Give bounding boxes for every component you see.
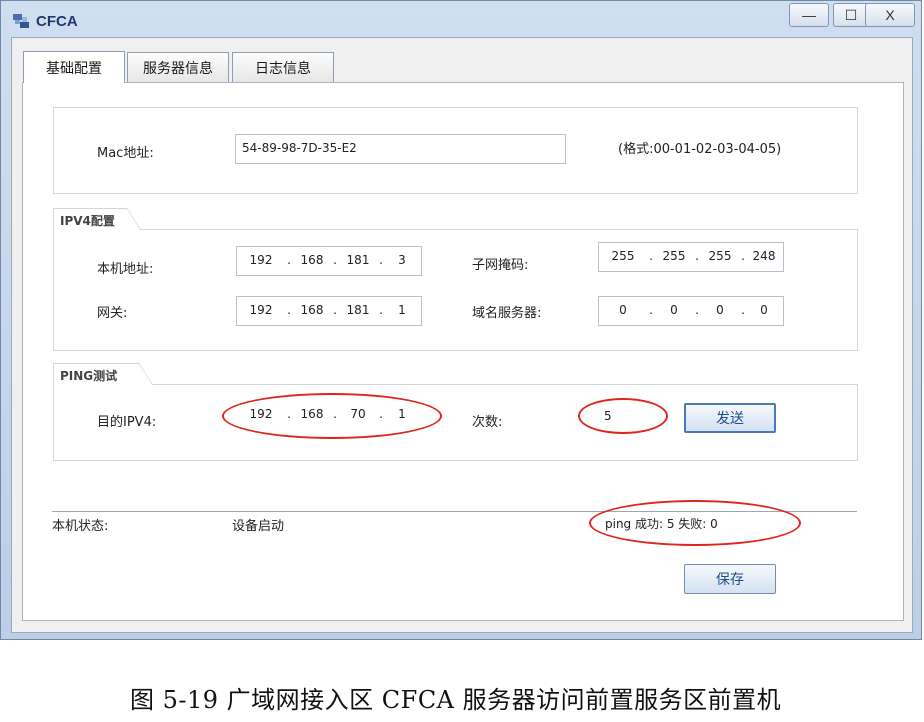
local-address-input[interactable]: 192. 168. 181. 3 [236,246,422,276]
highlight-dest-ip [222,393,442,439]
ping-legend: PING测试 [53,363,153,385]
local-address-label: 本机地址: [97,262,154,277]
mac-input[interactable]: 54-89-98-7D-35-E2 [235,134,566,164]
tab-label: 基础配置 [46,60,102,77]
save-button[interactable]: 保存 [684,564,776,594]
octet: 0 [619,303,627,317]
dest-ipv4-label: 目的IPV4: [97,415,157,430]
mac-format-hint: (格式:00-01-02-03-04-05) [618,142,782,157]
local-status-label: 本机状态: [52,519,109,534]
tab-label: 服务器信息 [143,60,213,77]
ipv4-legend: IPV4配置 [53,208,141,230]
figure-caption: 图 5-19 广域网接入区 CFCA 服务器访问前置服务区前置机 [130,686,782,714]
minimize-icon: — [802,7,816,23]
octet: 255 [662,249,686,263]
gateway-label: 网关: [97,306,128,321]
dns-server-input[interactable]: 0. 0. 0. 0 [598,296,784,326]
dns-server-label: 域名服务器: [472,306,542,321]
octet: 168 [300,253,324,267]
octet: 0 [760,303,768,317]
ping-count-label: 次数: [472,415,503,430]
send-button[interactable]: 发送 [684,403,776,433]
highlight-ping-result [589,500,801,546]
tab-server-info[interactable]: 服务器信息 [127,52,229,82]
tab-label: 日志信息 [255,60,311,77]
mac-label: Mac地址: [97,146,154,161]
window-title: CFCA [36,13,78,30]
octet: 192 [249,253,273,267]
octet: 181 [346,303,370,317]
octet: 181 [346,253,370,267]
octet: 0 [670,303,678,317]
octet: 0 [716,303,724,317]
maximize-button[interactable]: ☐ [833,3,869,27]
octet: 248 [752,249,776,263]
title-bar[interactable]: CFCA — ☐ X [1,1,921,37]
app-icon [13,14,29,28]
subnet-mask-input[interactable]: 255. 255. 255. 248 [598,242,784,272]
maximize-icon: ☐ [844,6,858,23]
tab-basic-config[interactable]: 基础配置 [23,51,125,83]
octet: 3 [398,253,406,267]
octet: 255 [708,249,732,263]
octet: 168 [300,303,324,317]
tab-log-info[interactable]: 日志信息 [232,52,334,82]
octet: 192 [249,303,273,317]
octet: 1 [398,303,406,317]
close-button[interactable]: X [865,3,915,27]
octet: 255 [611,249,635,263]
close-icon: X [885,7,895,23]
subnet-mask-label: 子网掩码: [472,258,529,273]
local-status-value: 设备启动 [232,519,285,534]
gateway-input[interactable]: 192. 168. 181. 1 [236,296,422,326]
minimize-button[interactable]: — [789,3,829,27]
highlight-ping-count [578,398,668,434]
